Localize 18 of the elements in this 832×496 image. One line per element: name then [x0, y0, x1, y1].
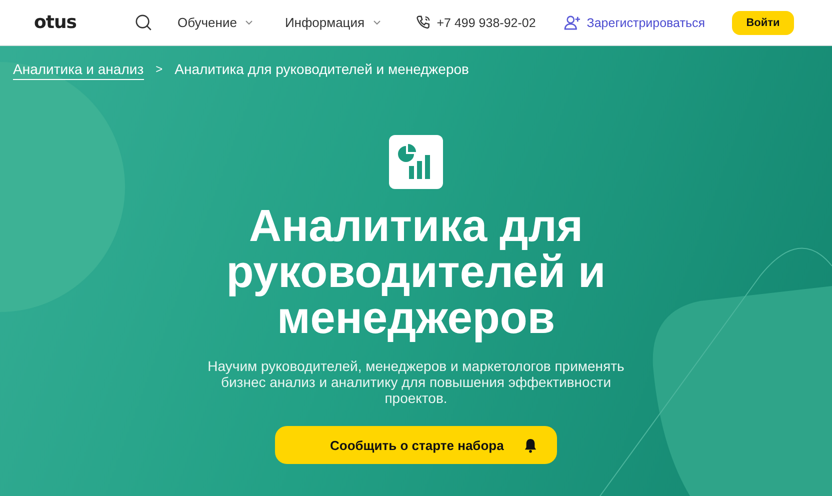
nav-menu[interactable]: Обучение — [178, 15, 253, 30]
login-button[interactable]: Войти — [732, 10, 794, 34]
logo[interactable]: otus — [34, 12, 76, 33]
nav-menu[interactable]: Информация — [284, 15, 381, 30]
notify-button[interactable]: Сообщить о старте набора — [275, 426, 557, 464]
bell-icon — [524, 438, 537, 452]
search-icon[interactable] — [134, 14, 152, 31]
chevron-down-icon — [372, 20, 381, 25]
course-description: Научим руководителей, менеджеров и маркетологов применять бизнес анализ и аналитику для повышения эффективности проектов. — [206, 358, 626, 406]
analytics-chart-icon — [389, 135, 443, 189]
breadcrumb-current: Аналитика для руководителей и менеджеров — [174, 61, 469, 79]
user-add-icon — [564, 15, 581, 30]
register-link[interactable]: Зарегистрироваться — [586, 16, 705, 30]
breadcrumb-separator: > — [156, 62, 163, 78]
chevron-down-icon — [244, 20, 253, 25]
page-title: Аналитика для руководителей и менеджеров — [225, 203, 607, 341]
phone-icon — [416, 15, 431, 30]
phone-number[interactable]: +7 499 938-92-02 — [436, 16, 536, 30]
